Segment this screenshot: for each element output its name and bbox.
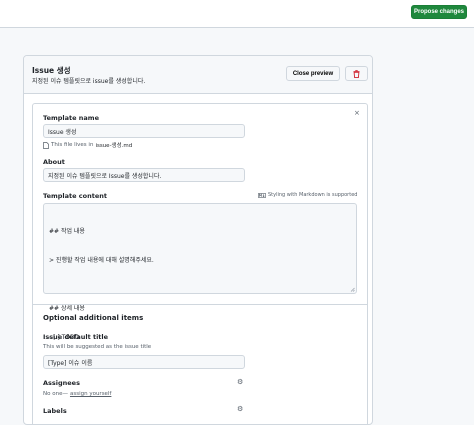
trash-icon [353, 69, 360, 78]
template-content-textarea[interactable]: ## 작업 내용 > 진행할 작업 내용에 대해 설명해주세요. ## 상세 내… [43, 203, 357, 370]
template-card: Issue 생성 지정된 이슈 템플릿으로 issue를 생성합니다. Clos… [23, 55, 373, 425]
close-icon[interactable]: × [354, 109, 360, 117]
labels-label: Labels [43, 407, 67, 415]
card-description: 지정된 이슈 템플릿으로 issue를 생성합니다. [32, 78, 146, 85]
assignees-label: Assignees [43, 379, 80, 387]
content-line: ## 상세 내용 [49, 304, 85, 312]
file-icon [43, 141, 49, 149]
card-header: Issue 생성 지정된 이슈 템플릿으로 issue를 생성합니다. Clos… [24, 56, 372, 94]
file-hint-path: issue-생성.md [95, 143, 133, 149]
template-form: × Template name Issue 생성 This file lives… [32, 103, 368, 424]
assignees-none: No one— [43, 391, 68, 397]
markdown-hint-text: Styling with Markdown is supported [268, 192, 358, 198]
content-line: ## 작업 내용 [49, 228, 85, 236]
file-hint-prefix: This file lives in [51, 142, 94, 148]
left-gutter [0, 29, 23, 415]
default-title-input[interactable]: [Type] 이슈 이름 [43, 355, 245, 369]
section-divider [33, 304, 367, 305]
resize-handle-icon[interactable] [350, 287, 355, 292]
markdown-hint[interactable]: Styling with Markdown is supported [258, 192, 357, 198]
template-content-label: Template content [43, 192, 107, 200]
file-location-hint: This file lives in issue-생성.md [43, 141, 132, 149]
template-name-label: Template name [43, 114, 99, 122]
labels-gear-icon[interactable]: ⚙ [237, 405, 243, 413]
about-label: About [43, 158, 65, 166]
card-title: Issue 생성 [32, 66, 71, 75]
assignees-value: No one— assign yourself [43, 391, 111, 397]
content-line: > 진행할 작업 내용에 대해 설명해주세요. [49, 256, 154, 264]
default-title-label: Issue default title [43, 333, 109, 341]
default-title-hint: This will be suggested as the issue titl… [43, 344, 152, 350]
markdown-icon [258, 192, 266, 198]
propose-changes-button[interactable]: Propose changes [411, 5, 467, 19]
optional-items-title: Optional additional items [43, 314, 144, 322]
template-name-input[interactable]: Issue 생성 [43, 124, 245, 138]
close-preview-button[interactable]: Close preview [286, 66, 340, 81]
top-bar: Propose changes [0, 0, 474, 28]
about-input[interactable]: 지정된 이슈 템플릿으로 Issue를 생성합니다. [43, 168, 245, 182]
assign-yourself-link[interactable]: assign yourself [70, 391, 111, 397]
assignees-gear-icon[interactable]: ⚙ [237, 378, 243, 386]
delete-template-button[interactable] [345, 66, 368, 81]
